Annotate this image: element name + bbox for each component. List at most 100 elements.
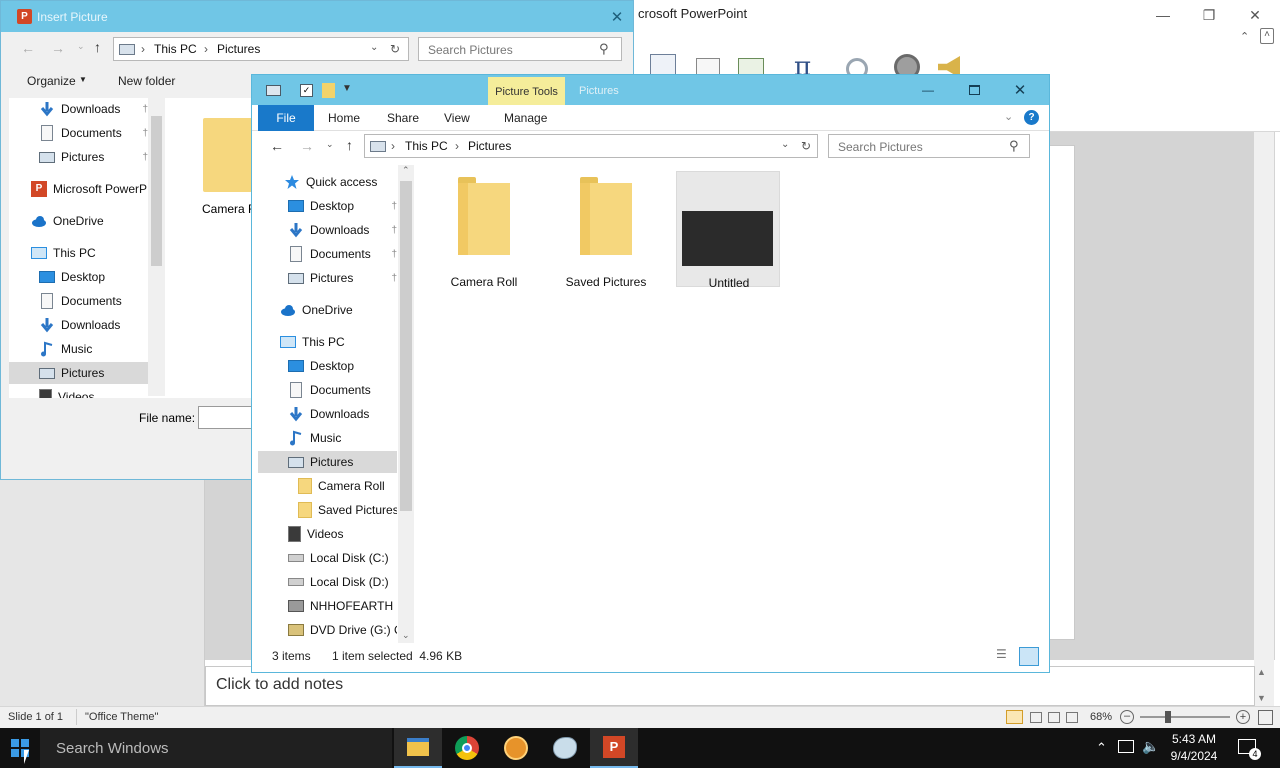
- nav-item-onedrive[interactable]: OneDrive: [280, 299, 397, 321]
- expand-ribbon-icon[interactable]: ⌄: [1004, 110, 1013, 123]
- nav-item-documents[interactable]: Documents †: [288, 243, 397, 265]
- large-icons-view-icon[interactable]: [1019, 647, 1039, 666]
- explorer-title-bar[interactable]: ✓ ▼ Picture Tools Pictures — ✕: [252, 75, 1049, 105]
- nav-item-pictures[interactable]: Pictures †: [288, 267, 397, 289]
- nav-item-documents[interactable]: Documents: [39, 290, 148, 312]
- refresh-icon[interactable]: ↻: [801, 139, 811, 153]
- pp-minimize-button[interactable]: —: [1140, 0, 1186, 30]
- pin-icon[interactable]: †: [391, 225, 397, 236]
- pp-vertical-scrollbar[interactable]: [1254, 132, 1274, 706]
- nav-item-local-disk-d[interactable]: Local Disk (D:): [288, 571, 397, 593]
- paint-taskbar-button[interactable]: [541, 728, 589, 768]
- nav-item-downloads[interactable]: Downloads †: [288, 219, 397, 241]
- nav-item-downloads[interactable]: Downloads †: [39, 98, 148, 120]
- explorer-address-bar[interactable]: › This PC › Pictures ⌄ ↻: [364, 134, 818, 158]
- tab-view[interactable]: View: [444, 111, 470, 125]
- nav-item-desktop[interactable]: Desktop: [288, 355, 397, 377]
- ribbon-scroll-icon[interactable]: ˄: [1260, 28, 1274, 44]
- forward-icon[interactable]: →: [51, 40, 65, 56]
- nav-item-videos[interactable]: Videos: [288, 523, 397, 545]
- up-icon[interactable]: ↑: [346, 137, 353, 153]
- pin-icon[interactable]: †: [391, 273, 397, 284]
- file-name-input[interactable]: [198, 406, 258, 429]
- recent-locations-icon[interactable]: ⌄: [77, 41, 85, 52]
- dialog-search-input[interactable]: Search Pictures ⚲: [418, 37, 622, 61]
- scroll-down-icon[interactable]: ⌄: [402, 630, 410, 641]
- explorer-search-input[interactable]: Search Pictures ⚲: [828, 134, 1030, 158]
- maximize-button[interactable]: [951, 75, 997, 105]
- folder-label[interactable]: Camera R: [202, 202, 257, 216]
- nav-item-downloads[interactable]: Downloads: [39, 314, 148, 336]
- powerpoint-taskbar-button[interactable]: P: [590, 728, 638, 768]
- nav-item-pictures[interactable]: Pictures †: [39, 146, 148, 168]
- tab-manage[interactable]: Manage: [504, 111, 547, 125]
- address-dropdown-icon[interactable]: ⌄: [370, 42, 378, 53]
- dialog-title-bar[interactable]: P Insert Picture ✕: [1, 1, 633, 32]
- nav-item-this-pc[interactable]: This PC: [31, 242, 148, 264]
- nav-item-onedrive[interactable]: OneDrive: [31, 210, 148, 232]
- properties-icon[interactable]: ✓: [300, 84, 313, 97]
- details-view-icon[interactable]: ☰: [996, 647, 1014, 665]
- file-explorer-taskbar-button[interactable]: [394, 728, 442, 768]
- pp-restore-button[interactable]: ❐: [1186, 0, 1232, 30]
- tab-home[interactable]: Home: [328, 111, 360, 125]
- address-dropdown-icon[interactable]: ⌄: [781, 139, 789, 150]
- nav-item-nhhofearth[interactable]: NHHOFEARTH (: [288, 595, 397, 617]
- breadcrumb-pictures[interactable]: Pictures: [217, 42, 260, 56]
- dialog-nav-scroll-thumb[interactable]: [151, 116, 162, 266]
- nav-item-documents[interactable]: Documents †: [39, 122, 148, 144]
- up-icon[interactable]: ↑: [94, 39, 101, 55]
- nav-item-downloads[interactable]: Downloads: [288, 403, 397, 425]
- back-icon[interactable]: ←: [270, 138, 284, 154]
- nav-item-this-pc[interactable]: This PC: [280, 331, 397, 353]
- new-folder-button[interactable]: New folder: [118, 74, 175, 88]
- network-icon[interactable]: [1118, 740, 1134, 753]
- forward-icon[interactable]: →: [300, 138, 314, 154]
- folder-tile-camera-roll[interactable]: Camera Roll: [432, 171, 536, 289]
- show-hidden-icons[interactable]: ⌃: [1096, 740, 1107, 756]
- tab-file[interactable]: File: [258, 105, 314, 131]
- zoom-slider-thumb[interactable]: [1165, 711, 1171, 723]
- folder-tile-saved-pictures[interactable]: Saved Pictures: [554, 171, 658, 289]
- volume-icon[interactable]: 🔈: [1142, 738, 1159, 755]
- folder-icon[interactable]: [203, 118, 255, 192]
- minimize-button[interactable]: —: [905, 75, 951, 105]
- nav-item-music[interactable]: Music: [39, 338, 148, 360]
- nav-item-desktop[interactable]: Desktop: [39, 266, 148, 288]
- nav-item-desktop[interactable]: Desktop †: [288, 195, 397, 217]
- app-taskbar-button[interactable]: [492, 728, 540, 768]
- nav-item-local-disk-c[interactable]: Local Disk (C:): [288, 547, 397, 569]
- nav-item-saved-pictures[interactable]: Saved Pictures: [298, 499, 397, 521]
- start-button[interactable]: [0, 728, 40, 768]
- zoom-out-icon[interactable]: –: [1120, 710, 1134, 724]
- dialog-nav-scrollbar[interactable]: [148, 98, 165, 396]
- new-folder-icon[interactable]: [322, 83, 335, 98]
- organize-dropdown-icon[interactable]: ▼: [79, 75, 87, 84]
- breadcrumb-this-pc[interactable]: This PC: [154, 42, 197, 56]
- nav-item-microsoft-powerp[interactable]: P Microsoft PowerP: [31, 178, 148, 200]
- breadcrumb-pictures[interactable]: Pictures: [468, 139, 511, 153]
- chrome-taskbar-button[interactable]: [443, 728, 491, 768]
- dialog-address-bar[interactable]: › This PC › Pictures ⌄ ↻: [113, 37, 409, 61]
- nav-item-pictures[interactable]: Pictures: [9, 362, 148, 384]
- back-icon[interactable]: ←: [21, 40, 35, 56]
- image-tile-untitled[interactable]: Untitled: [676, 171, 780, 290]
- refresh-icon[interactable]: ↻: [390, 42, 400, 56]
- reading-view-icon[interactable]: [1048, 712, 1060, 723]
- recent-locations-icon[interactable]: ⌄: [326, 139, 334, 150]
- nav-item-dvd-drive-g-o[interactable]: DVD Drive (G:) O: [288, 619, 397, 641]
- collapse-ribbon-icon[interactable]: ⌃: [1240, 30, 1249, 43]
- zoom-in-icon[interactable]: +: [1236, 710, 1250, 724]
- breadcrumb-this-pc[interactable]: This PC: [405, 139, 448, 153]
- notes-scroll-up-icon[interactable]: ▲: [1257, 667, 1266, 677]
- fit-to-window-icon[interactable]: [1258, 710, 1273, 725]
- taskbar-search-box[interactable]: Search Windows: [40, 728, 392, 768]
- close-button[interactable]: ✕: [997, 75, 1043, 105]
- nav-item-pictures[interactable]: Pictures: [258, 451, 397, 473]
- nav-item-quick-access[interactable]: Quick access: [284, 171, 397, 193]
- organize-button[interactable]: Organize: [27, 74, 76, 88]
- pin-icon[interactable]: †: [391, 201, 397, 212]
- nav-item-music[interactable]: Music: [288, 427, 397, 449]
- nav-item-camera-roll[interactable]: Camera Roll: [298, 475, 397, 497]
- nav-item-documents[interactable]: Documents: [288, 379, 397, 401]
